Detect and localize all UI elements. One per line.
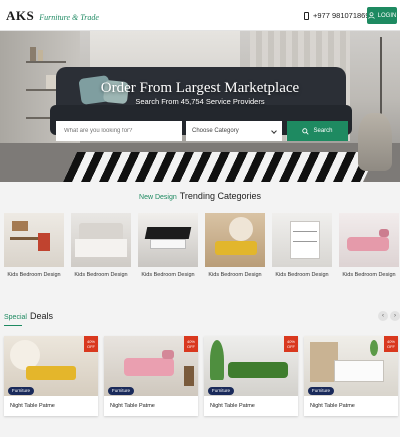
category-label: Kids Bedroom Design: [74, 272, 128, 278]
deal-name: Night Table Patme: [110, 403, 155, 409]
category-label: Kids Bedroom Design: [7, 272, 61, 278]
site-logo[interactable]: AKS Furniture & Trade: [6, 8, 99, 24]
category-card[interactable]: Kids Bedroom Design: [205, 213, 265, 283]
chevron-down-icon: [271, 128, 277, 134]
search-input[interactable]: [56, 121, 182, 141]
category-card[interactable]: Kids Bedroom Design: [138, 213, 198, 283]
sofa-shape: [228, 362, 288, 378]
pillow-shape: [162, 350, 174, 359]
chevron-left-icon: ‹: [382, 313, 384, 319]
cabinet-shelf: [293, 241, 317, 242]
deals-accent: Special: [4, 314, 27, 321]
sofa-shape: [347, 237, 389, 251]
sofa-shape: [124, 358, 174, 376]
shelf-shape: [12, 221, 28, 231]
user-icon: [368, 12, 375, 19]
pillow-shape: [379, 229, 389, 237]
logo-subtitle: Furniture & Trade: [39, 13, 99, 22]
deal-name: Night Table Patme: [310, 403, 355, 409]
side-table-shape: [184, 366, 194, 386]
deal-name: Night Table Patme: [210, 403, 255, 409]
discount-badge: 40% OFF: [384, 336, 398, 352]
plant-shape: [210, 340, 224, 380]
category-tag: Furniture: [208, 387, 235, 395]
category-image: [272, 213, 332, 267]
search-button[interactable]: Search: [287, 121, 348, 141]
sofa-shape: [215, 241, 257, 255]
category-card[interactable]: Kids Bedroom Design: [4, 213, 64, 283]
phone-number: +977 9810718698: [313, 11, 374, 20]
plant-shape: [370, 340, 378, 356]
category-card[interactable]: Kids Bedroom Design: [272, 213, 332, 283]
category-image: [138, 213, 198, 267]
deal-card[interactable]: 40% OFF Furniture Night Table Patme: [204, 336, 298, 416]
phone-icon: [304, 11, 309, 20]
headboard-shape: [79, 223, 123, 239]
category-select[interactable]: Choose Category: [186, 121, 282, 141]
category-card[interactable]: Kids Bedroom Design: [339, 213, 399, 283]
deal-card[interactable]: 40% OFF Furniture Night Table Patme: [104, 336, 198, 416]
sofa-shape: [26, 366, 76, 380]
category-label: Kids Bedroom Design: [275, 272, 329, 278]
contact-phone[interactable]: +977 9810718698: [304, 11, 374, 20]
category-card[interactable]: Kids Bedroom Design: [71, 213, 131, 283]
hero-title: Order From Largest Marketplace: [100, 80, 300, 96]
trending-heading: New Design Trending Categories: [0, 191, 400, 201]
site-header: AKS Furniture & Trade +977 9810718698 LO…: [0, 0, 400, 31]
deals-underline: [4, 325, 22, 326]
deals-heading: Special Deals: [4, 311, 53, 321]
search-icon: [302, 127, 310, 135]
deal-card[interactable]: 40% OFF Furniture Night Table Patme: [4, 336, 98, 416]
category-label: Kids Bedroom Design: [141, 272, 195, 278]
mirror-shape: [229, 217, 253, 241]
category-select-label: Choose Category: [192, 128, 239, 134]
trending-categories: Kids Bedroom Design Kids Bedroom Design …: [4, 213, 400, 283]
bed-shape: [75, 239, 127, 257]
table-top-shape: [144, 227, 192, 239]
hero-side-table: [358, 113, 392, 171]
cabinet-shape: [290, 221, 320, 259]
hero-rug: [63, 152, 377, 182]
book: [30, 47, 36, 61]
category-tag: Furniture: [108, 387, 135, 395]
chair-shape: [38, 233, 50, 251]
chevron-right-icon: ›: [394, 313, 396, 319]
category-image: [205, 213, 265, 267]
login-label: LOGIN: [377, 12, 397, 19]
discount-badge: 40% OFF: [184, 336, 198, 352]
logo-mark: AKS: [6, 8, 35, 23]
book: [38, 50, 43, 61]
bed-shape: [334, 360, 384, 382]
cabinet-shelf: [293, 231, 317, 232]
table-drawer-shape: [150, 239, 186, 249]
category-image: [71, 213, 131, 267]
trending-accent: New Design: [139, 194, 177, 201]
trending-title: Trending Categories: [179, 191, 261, 201]
category-image: [4, 213, 64, 267]
category-tag: Furniture: [8, 387, 35, 395]
desk-shape: [10, 237, 38, 240]
deals-row: 40% OFF Furniture Night Table Patme 40% …: [4, 336, 400, 416]
category-image: [339, 213, 399, 267]
search-button-label: Search: [313, 128, 333, 134]
deals-prev-button[interactable]: ‹: [378, 311, 388, 321]
discount-badge: 40% OFF: [84, 336, 98, 352]
deals-title: Deals: [29, 311, 53, 321]
category-label: Kids Bedroom Design: [342, 272, 396, 278]
hero-subtitle: Search From 45,754 Service Providers: [135, 97, 265, 106]
deal-name: Night Table Patme: [10, 403, 55, 409]
shelf: [26, 61, 66, 63]
deal-card[interactable]: 40% OFF Furniture Night Table Patme: [304, 336, 398, 416]
login-button[interactable]: LOGIN: [367, 7, 397, 24]
category-label: Kids Bedroom Design: [208, 272, 262, 278]
hero-banner: Order From Largest Marketplace Search Fr…: [0, 31, 400, 182]
discount-badge: 40% OFF: [284, 336, 298, 352]
category-tag: Furniture: [308, 387, 335, 395]
deals-next-button[interactable]: ›: [390, 311, 400, 321]
